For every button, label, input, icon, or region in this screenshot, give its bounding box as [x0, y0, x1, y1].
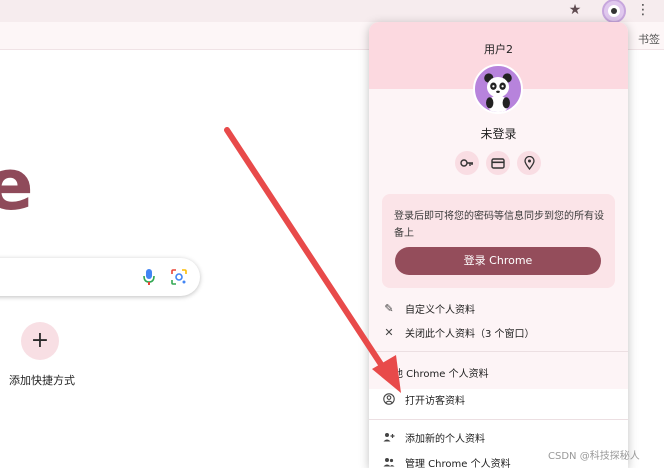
add-shortcut-label: 添加快捷方式: [9, 374, 75, 387]
google-lens-icon[interactable]: [170, 268, 188, 286]
menu-item-label: 他 Chrome 个人资料: [393, 368, 489, 380]
menu-item-label: 关闭此个人资料（3 个窗口）: [405, 328, 535, 340]
add-person-icon: [383, 431, 395, 443]
add-shortcut-button[interactable]: +: [21, 322, 59, 360]
vertical-dots-icon[interactable]: ⋮: [636, 1, 650, 19]
close-icon: ✕: [384, 325, 394, 339]
google-logo-fragment: e: [0, 144, 34, 226]
menu-item-open-guest[interactable]: 打开访客资料: [369, 388, 628, 410]
menu-item-label: 添加新的个人资料: [405, 433, 485, 445]
location-pin-icon: [523, 156, 535, 170]
addresses-button[interactable]: [517, 151, 541, 175]
menu-item-close-profile[interactable]: ✕ 关闭此个人资料（3 个窗口）: [369, 321, 628, 343]
menu-divider: [369, 351, 628, 352]
passwords-button[interactable]: [455, 151, 479, 175]
card-icon: [491, 157, 505, 169]
menu-divider: [369, 419, 628, 420]
key-icon: [460, 159, 473, 167]
profile-name: 用户2: [484, 43, 513, 56]
pencil-icon: ✎: [384, 301, 394, 315]
panda-icon: [484, 73, 512, 112]
profile-menu: 用户2 未登录 登录后即可将您的密码等信息同步到您的所有设备上 登录 Chrom…: [369, 22, 628, 468]
bookmarks-label[interactable]: 书签: [638, 31, 660, 47]
people-icon: [383, 456, 395, 468]
sign-in-status: 未登录: [480, 127, 517, 141]
menu-item-customize-profile[interactable]: ✎ 自定义个人资料: [369, 297, 628, 319]
menu-item-other-profiles-heading: 他 Chrome 个人资料: [369, 361, 628, 383]
menu-item-add-profile[interactable]: 添加新的个人资料: [369, 426, 628, 448]
profile-avatar-button[interactable]: [602, 0, 626, 23]
payment-methods-button[interactable]: [486, 151, 510, 175]
microphone-icon[interactable]: [141, 268, 157, 286]
panda-icon: [608, 5, 620, 17]
browser-toolbar: [0, 0, 664, 22]
sync-promo-text: 登录后即可将您的密码等信息同步到您的所有设备上: [394, 211, 604, 239]
guest-icon: [383, 393, 395, 405]
menu-item-label: 管理 Chrome 个人资料: [405, 458, 511, 468]
sign-in-chrome-button[interactable]: 登录 Chrome: [395, 247, 601, 275]
watermark: CSDN @科技探秘人: [548, 451, 640, 462]
star-icon[interactable]: ★: [566, 1, 584, 19]
menu-item-label: 自定义个人资料: [405, 304, 475, 316]
sync-promo-card: 登录后即可将您的密码等信息同步到您的所有设备上 登录 Chrome: [382, 194, 615, 288]
menu-item-label: 打开访客资料: [405, 395, 465, 407]
avatar[interactable]: [473, 64, 523, 114]
